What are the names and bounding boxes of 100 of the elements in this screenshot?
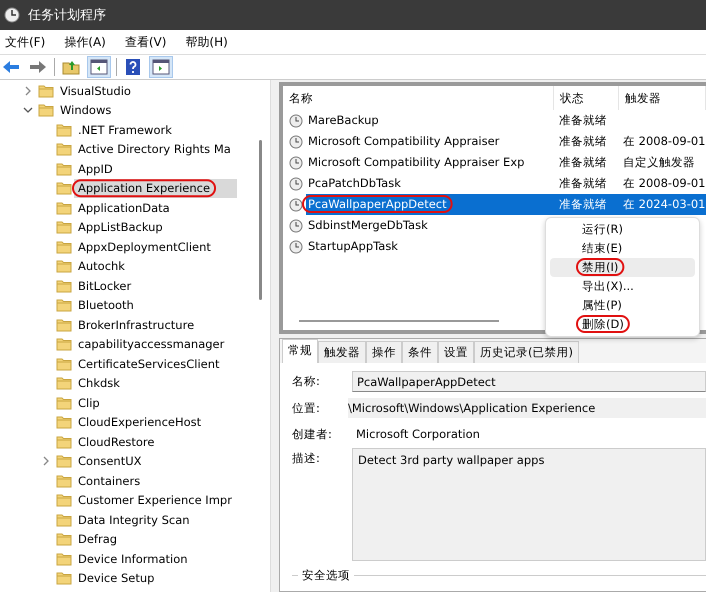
- trigger-text: 在 2008-09-01: [623, 176, 706, 191]
- folder-icon: [56, 258, 72, 274]
- tab[interactable]: 常规: [282, 339, 318, 363]
- tree-item[interactable]: AppxDeploymentClient: [0, 237, 270, 256]
- menu-item[interactable]: 属性(P): [550, 296, 695, 315]
- task-name[interactable]: MareBackup: [306, 110, 553, 131]
- author-value: Microsoft Corporation: [355, 426, 481, 441]
- clock-icon: [4, 7, 20, 23]
- tree-item[interactable]: Bluetooth: [0, 296, 270, 315]
- folder-icon: [56, 434, 72, 450]
- tree-item[interactable]: Device Setup: [0, 568, 270, 588]
- tree-item[interactable]: ConsentUX: [0, 452, 270, 471]
- folder-icon: [56, 356, 72, 372]
- folder-icon: [56, 394, 72, 411]
- status-text: 准备就绪: [559, 134, 607, 149]
- folder-icon: [38, 82, 54, 99]
- tree-item[interactable]: CloudRestore: [0, 432, 270, 452]
- folder-icon: [56, 492, 72, 508]
- tree-item[interactable]: Defrag: [0, 530, 270, 549]
- tree-item[interactable]: Device Information: [0, 549, 270, 568]
- folder-icon: [56, 297, 72, 314]
- tab[interactable]: 操作: [366, 341, 402, 363]
- folder-icon: [56, 141, 72, 158]
- expand-chevron-icon[interactable]: [23, 86, 33, 96]
- tree-item[interactable]: CloudExperienceHost: [0, 412, 270, 432]
- clock-icon: [289, 218, 303, 232]
- tree-item[interactable]: AppListBackup: [0, 218, 270, 237]
- menu-item[interactable]: 结束(E): [550, 239, 695, 258]
- clock-icon: [289, 240, 303, 254]
- menu-item[interactable]: 禁用(I): [550, 258, 695, 277]
- clock-icon: [289, 176, 303, 190]
- tab[interactable]: 设置: [438, 341, 474, 363]
- task-name[interactable]: PcaPatchDbTask: [306, 173, 553, 194]
- clock-icon: [289, 114, 303, 128]
- field-label: 创建者:: [292, 426, 333, 442]
- folder-icon: [56, 414, 72, 430]
- menu-item[interactable]: 查看(V): [120, 34, 174, 50]
- tree-item[interactable]: .NET Framework: [0, 120, 270, 140]
- clock-icon: [289, 198, 303, 212]
- folder-icon: [56, 219, 72, 236]
- tree-item[interactable]: Data Integrity Scan: [0, 510, 270, 530]
- folder-icon: [56, 200, 72, 216]
- tree-item[interactable]: Containers: [0, 471, 270, 490]
- trigger-text: 自定义触发器: [623, 155, 695, 170]
- field-label: 描述:: [292, 450, 321, 466]
- folder-icon: [56, 180, 72, 196]
- menu-item[interactable]: 运行(R): [550, 220, 695, 239]
- folder-icon: [56, 472, 72, 489]
- folder-icon: [56, 375, 72, 392]
- tree-item[interactable]: Active Directory Rights Ma: [0, 140, 270, 159]
- tree-item[interactable]: BrokerInfrastructure: [0, 315, 270, 334]
- folder-icon: [56, 278, 72, 294]
- window-title: 任务计划程序: [28, 7, 106, 24]
- status-text: 准备就绪: [559, 113, 607, 128]
- folder-icon: [56, 160, 72, 177]
- panel-icon[interactable]: [149, 56, 173, 78]
- folder-icon: [56, 238, 72, 255]
- folder-icon: [56, 531, 72, 548]
- menu-item[interactable]: 删除(D): [550, 315, 695, 334]
- task-name[interactable]: Microsoft Compatibility Appraiser: [306, 131, 553, 152]
- tree-item[interactable]: BitLocker: [0, 276, 270, 296]
- status-text: 准备就绪: [559, 176, 607, 191]
- menu-item[interactable]: 帮助(H): [180, 34, 236, 50]
- tab[interactable]: 触发器: [318, 341, 366, 363]
- tree-item[interactable]: ApplicationData: [0, 198, 270, 218]
- collapse-chevron-icon[interactable]: [23, 105, 33, 116]
- tree-item[interactable]: AppID: [0, 159, 270, 178]
- tree-item[interactable]: Autochk: [0, 256, 270, 276]
- column-header[interactable]: 状态: [554, 86, 619, 110]
- clock-icon: [289, 156, 303, 170]
- scrollbar[interactable]: [259, 140, 262, 300]
- expand-chevron-icon[interactable]: [41, 456, 51, 466]
- tree-item[interactable]: Clip: [0, 393, 270, 412]
- field-label: 名称:: [292, 373, 321, 389]
- panel-icon[interactable]: [87, 56, 111, 78]
- trigger-text: 在 2008-09-01: [623, 134, 706, 149]
- clock-icon: [289, 134, 303, 148]
- tab[interactable]: 历史记录(已禁用): [474, 341, 579, 363]
- column-header[interactable]: 名称: [287, 86, 554, 110]
- menu-item[interactable]: 导出(X)...: [550, 277, 695, 296]
- scrollbar[interactable]: [299, 320, 499, 322]
- group-title: 安全选项: [298, 568, 354, 582]
- tree-item[interactable]: Chkdsk: [0, 374, 270, 393]
- folder-icon: [38, 102, 54, 118]
- folder-icon: [56, 570, 72, 586]
- menu-item[interactable]: 文件(F): [0, 34, 54, 50]
- column-header[interactable]: 触发器: [619, 86, 706, 110]
- menu-item[interactable]: 操作(A): [59, 34, 114, 50]
- tab[interactable]: 条件: [402, 341, 438, 363]
- trigger-text: 在 2024-03-01: [623, 197, 706, 212]
- tree-item[interactable]: Customer Experience Impr: [0, 490, 270, 510]
- tree-item[interactable]: CertificateServicesClient: [0, 354, 270, 374]
- task-name[interactable]: Microsoft Compatibility Appraiser Exp: [306, 152, 553, 173]
- tree-item[interactable]: capabilityaccessmanager: [0, 334, 270, 354]
- folder-icon: [56, 122, 72, 138]
- location-value: \Microsoft\Windows\Application Experience: [348, 398, 706, 418]
- description-field[interactable]: Detect 3rd party wallpaper apps: [352, 448, 706, 561]
- tree-item[interactable]: Windows: [0, 100, 270, 120]
- tree-item[interactable]: VisualStudio: [0, 81, 270, 100]
- name-field[interactable]: PcaWallpaperAppDetect: [352, 371, 706, 392]
